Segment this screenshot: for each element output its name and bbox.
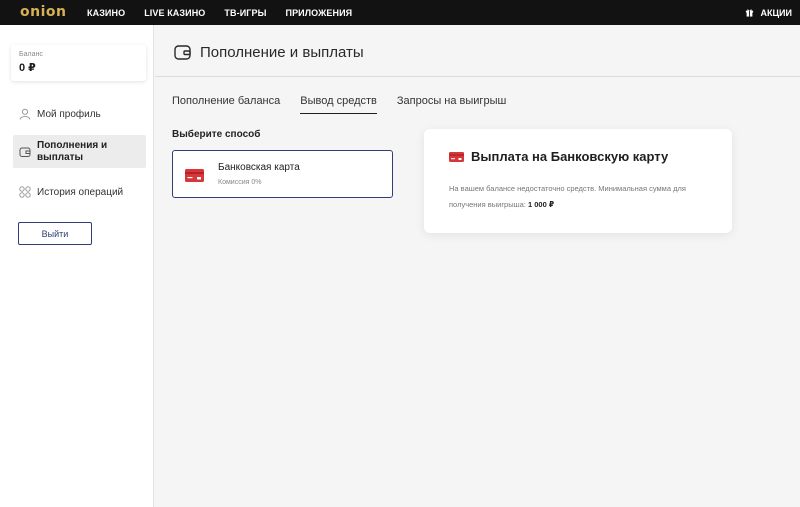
method-fee: Комиссия 0% [218,179,262,186]
payout-title: Выплата на Банковскую карту [471,149,669,164]
sidebar-item-label: Мой профиль [37,108,101,120]
nav-item-apps[interactable]: ПРИЛОЖЕНИЯ [286,8,353,18]
balance-label: Баланс [19,51,43,58]
account-sidebar: Баланс 0 ₽ Мой профиль Пополнения и выпл… [0,25,154,507]
sidebar-item-history[interactable]: История операций [13,183,146,201]
page-header: Пополнение и выплаты [155,25,800,77]
nav-item-live-casino[interactable]: LIVE КАЗИНО [144,8,205,18]
method-card-bank[interactable]: Банковская карта Комиссия 0% [172,150,393,198]
main-nav: КАЗИНО LIVE КАЗИНО ТВ-ИГРЫ ПРИЛОЖЕНИЯ [87,0,371,25]
credit-card-icon [449,152,464,162]
tab-withdrawal[interactable]: Вывод средств [300,95,377,114]
payout-message-text: На вашем балансе недостаточно средств. М… [449,184,686,209]
sidebar-item-label: Пополнения и выплаты [37,139,108,163]
balance-card: Баланс 0 ₽ [11,45,146,81]
grid-icon [19,186,31,198]
top-navigation-bar: onion КАЗИНО LIVE КАЗИНО ТВ-ИГРЫ ПРИЛОЖЕ… [0,0,800,25]
tabs: Пополнение баланса Вывод средств Запросы… [172,95,526,115]
nav-item-tv-games[interactable]: ТВ-ИГРЫ [224,8,266,18]
promo-label: АКЦИИ [760,7,792,18]
nav-item-casino[interactable]: КАЗИНО [87,8,125,18]
page-title: Пополнение и выплаты [200,44,364,61]
logout-button[interactable]: Выйти [18,222,92,245]
logo[interactable]: onion [20,4,66,20]
tab-deposit[interactable]: Пополнение баланса [172,95,280,114]
wallet-icon [19,147,31,157]
credit-card-icon [185,169,204,182]
tab-win-requests[interactable]: Запросы на выигрыш [397,95,506,114]
balance-value: 0 ₽ [19,62,36,74]
sidebar-item-profile[interactable]: Мой профиль [13,105,146,123]
user-icon [19,108,31,120]
wallet-icon [174,45,191,60]
sidebar-item-payments[interactable]: Пополнения и выплаты [13,135,146,168]
payout-message: На вашем балансе недостаточно средств. М… [449,181,719,213]
promo-link[interactable]: АКЦИИ [745,0,792,25]
payout-panel: Выплата на Банковскую карту На вашем бал… [424,129,732,233]
sidebar-item-label: История операций [37,186,124,198]
gift-icon [746,9,754,17]
min-amount: 1 000 ₽ [527,200,555,209]
method-name: Банковская карта [218,162,300,173]
choose-method-label: Выберите способ [172,129,261,140]
